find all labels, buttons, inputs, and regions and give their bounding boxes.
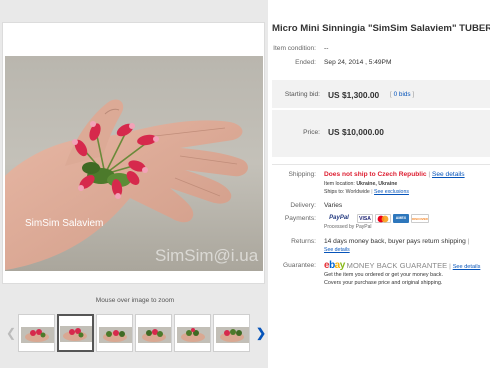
main-image-frame[interactable]: SimSim Salaviem SimSim@i.ua [2,22,265,284]
watermark-site: SimSim@i.ua [155,246,259,265]
guarantee-details-link[interactable]: See details [453,264,481,270]
listing-details: Micro Mini Sinningia "SimSim Salaviem" T… [268,0,490,368]
shipping-details-link[interactable]: See details [432,171,465,178]
image-gallery: SimSim Salaviem SimSim@i.ua Mouse over i… [0,0,270,368]
returns-details-link[interactable]: See details [324,247,350,253]
delivery-value: Varies [324,202,343,209]
shipping-label: Shipping: [288,171,317,178]
item-title: Micro Mini Sinningia "SimSim Salaviem" T… [272,23,490,34]
payments-row: Payments: PayPal VISA AMEX DISCOVER Proc… [268,214,490,235]
condition-value: -- [324,45,329,52]
amex-logo: AMEX [393,214,409,223]
payment-logos: PayPal VISA AMEX DISCOVER Processed by P… [324,214,474,234]
processed-by: Processed by PayPal [324,224,372,230]
payments-label: Payments: [284,215,316,222]
guarantee-label: Guarantee: [283,262,316,269]
price-box: Price: US $10,000.00 [272,110,490,157]
delivery-label: Delivery: [290,202,316,209]
thumbnail-strip: ❮ ❯ [6,312,266,356]
shipping-restriction: Does not ship to Czech Republic [324,171,427,178]
bid-count-link[interactable]: [ 0 bids ] [390,91,414,98]
price-value: US $10,000.00 [328,127,384,137]
starting-bid-box: Starting bid: US $1,300.00 [ 0 bids ] [272,80,490,108]
thumbnail-5[interactable] [174,314,211,352]
thumbnail-6[interactable] [213,314,250,352]
starting-bid-label: Starting bid: [284,91,320,98]
returns-label: Returns: [291,238,316,245]
visa-logo: VISA [357,214,373,223]
shipping-value: Does not ship to Czech Republic | See de… [324,171,465,178]
chevron-left-icon[interactable]: ❮ [6,326,16,340]
money-back-guarantee: MONEY BACK GUARANTEE [346,261,448,270]
zoom-hint: Mouse over image to zoom [95,297,175,304]
item-location-value: Ukraine, Ukraine [356,181,398,187]
divider [272,164,490,165]
ebay-logo: ebay [324,260,345,271]
chevron-right-icon[interactable]: ❯ [256,326,266,340]
ended-label: Ended: [295,59,316,66]
mastercard-logo [375,214,391,223]
ended-value: Sep 24, 2014 , 5:49PM [324,59,392,66]
starting-bid-value: US $1,300.00 [328,90,380,100]
returns-value: 14 days money back, buyer pays return sh… [324,238,466,245]
thumbnail-1[interactable] [18,314,55,352]
discover-logo: DISCOVER [411,214,429,223]
price-label: Price: [303,129,320,136]
condition-label: Item condition: [273,45,316,52]
paypal-logo: PayPal [329,215,349,221]
ships-to-value: Worldwide [345,189,370,195]
main-product-photo[interactable]: SimSim Salaviem SimSim@i.ua [5,56,263,271]
listing-page: SimSim Salaviem SimSim@i.ua Mouse over i… [0,0,490,368]
thumbnail-4[interactable] [135,314,172,352]
thumbnail-2[interactable] [57,314,94,352]
watermark-name: SimSim Salaviem [25,218,103,229]
thumbnail-3[interactable] [96,314,133,352]
exclusions-link[interactable]: See exclusions [374,189,409,195]
